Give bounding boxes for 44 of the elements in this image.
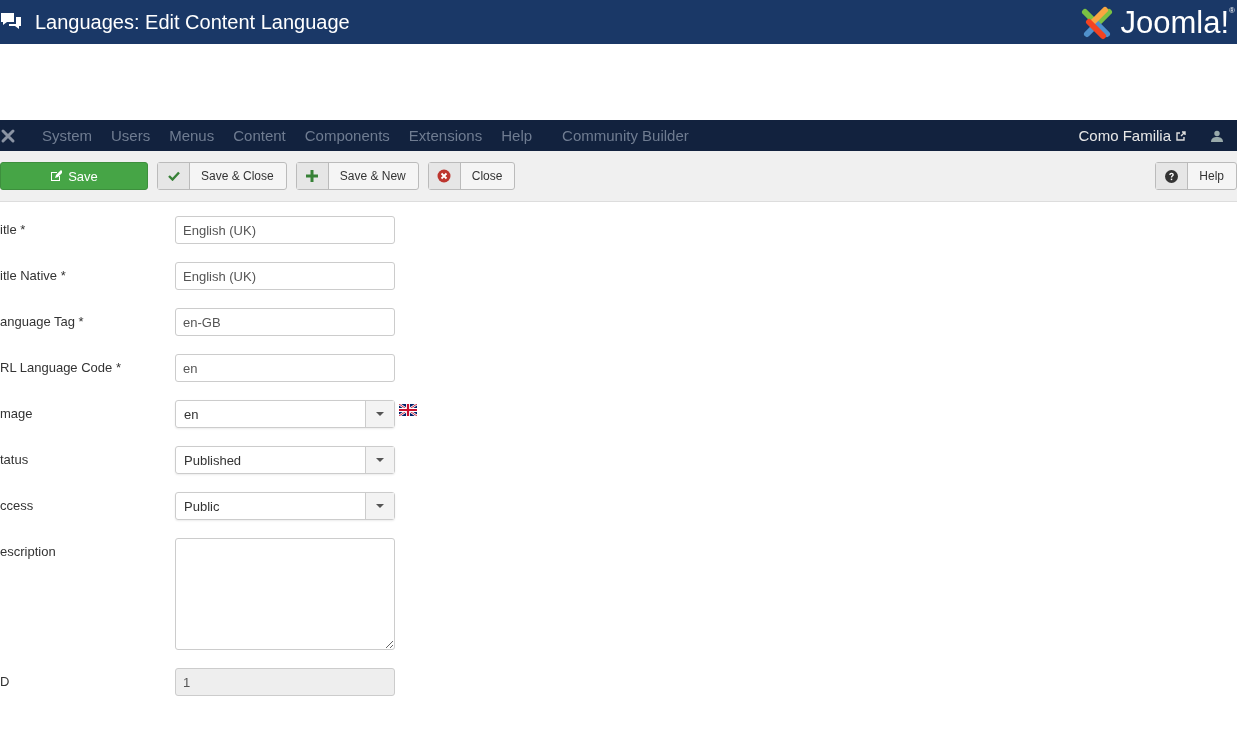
chat-bubbles-icon bbox=[0, 12, 22, 32]
select-field[interactable]: Public bbox=[175, 492, 395, 520]
field-label: itle * bbox=[0, 221, 27, 239]
text-field[interactable]: en-GB bbox=[175, 308, 395, 336]
edit-icon bbox=[50, 170, 63, 182]
check-icon bbox=[167, 171, 180, 181]
joomla-icon[interactable] bbox=[0, 127, 16, 144]
field-label: anguage Tag * bbox=[0, 313, 85, 331]
cancel-icon bbox=[437, 169, 452, 183]
field-label: itle Native * bbox=[0, 267, 67, 285]
select-field[interactable]: Published bbox=[175, 446, 395, 474]
caret-icon bbox=[376, 412, 384, 416]
caret-icon bbox=[376, 504, 384, 508]
caret-icon bbox=[376, 458, 384, 462]
field-label: mage bbox=[0, 405, 34, 423]
menu-item[interactable]: System bbox=[42, 127, 92, 144]
toolbar-button[interactable]: Save & Close bbox=[157, 162, 287, 190]
field-label: ccess bbox=[0, 497, 35, 515]
menu-item[interactable]: Components bbox=[304, 127, 390, 144]
text-field[interactable]: en bbox=[175, 354, 395, 382]
text-field[interactable]: English (UK) bbox=[175, 216, 395, 244]
toolbar-button[interactable]: Close bbox=[427, 162, 516, 190]
plus-icon bbox=[306, 170, 319, 182]
field-label: tatus bbox=[0, 451, 30, 469]
menu-item[interactable]: Users bbox=[111, 127, 151, 144]
question-icon bbox=[1165, 169, 1179, 183]
text-field[interactable]: English (UK) bbox=[175, 262, 395, 290]
site-link[interactable]: Como Familia bbox=[1078, 127, 1171, 144]
help-button[interactable]: Help bbox=[1155, 162, 1237, 190]
field-label: escription bbox=[0, 543, 57, 561]
toolbar-button[interactable]: Save & New bbox=[295, 162, 419, 190]
menu-item[interactable]: Extensions bbox=[408, 127, 483, 144]
select-field[interactable]: en bbox=[175, 400, 395, 428]
field-label: RL Language Code * bbox=[0, 359, 122, 377]
logo-text: Joomla!$^{®}$ bbox=[1120, 6, 1235, 38]
menu-item[interactable]: Help bbox=[501, 127, 533, 144]
field-label: D bbox=[0, 673, 11, 691]
menu-item[interactable]: Community Builder bbox=[562, 127, 689, 144]
page-title: Languages: Edit Content Language bbox=[35, 10, 350, 34]
external-link-icon bbox=[1176, 130, 1186, 141]
readonly-field[interactable]: 1 bbox=[175, 668, 395, 696]
menu-item[interactable]: Menus bbox=[169, 127, 215, 144]
user-icon[interactable] bbox=[1211, 129, 1223, 142]
menu-item[interactable]: Content bbox=[233, 127, 286, 144]
